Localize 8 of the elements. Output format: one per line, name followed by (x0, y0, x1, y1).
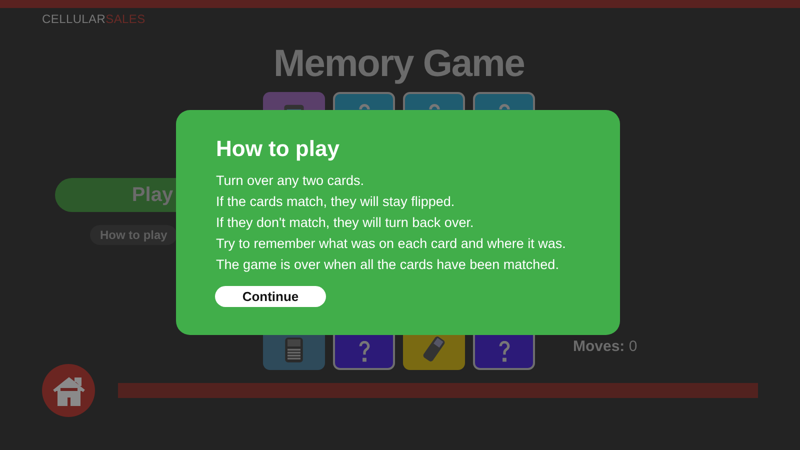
dialog-title: How to play (216, 136, 340, 162)
logo: CELLULARSALES (42, 12, 146, 26)
instruction-text: If they don't match, they will turn back over. (216, 214, 475, 232)
game-title: Memory Game (272, 42, 526, 87)
instruction-text: The game is over when all the cards have been matched. (216, 256, 560, 274)
instruction-text: Try to remember what was on each card and where it was. (216, 235, 567, 253)
moves-counter: Moves: 0 (573, 338, 638, 355)
continue-button[interactable]: Continue (215, 286, 326, 307)
